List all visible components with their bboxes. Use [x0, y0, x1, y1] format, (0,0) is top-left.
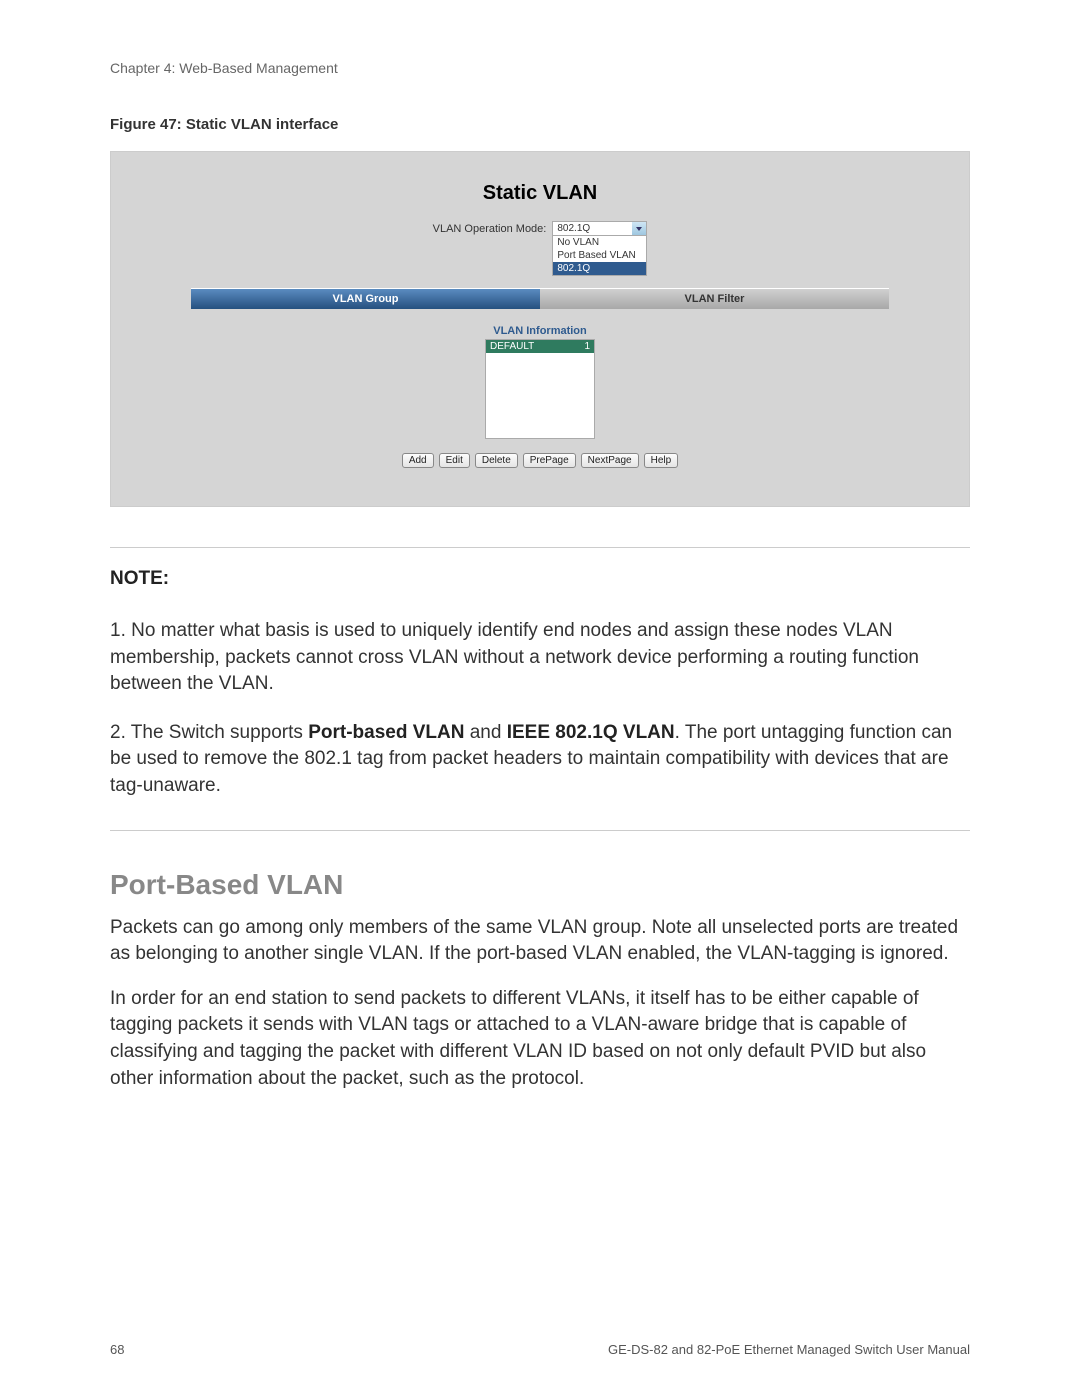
screenshot-title: Static VLAN	[191, 182, 889, 205]
vlan-tabs: VLAN Group VLAN Filter	[191, 288, 889, 309]
note2-pre: 2. The Switch supports	[110, 722, 308, 743]
vlan-row-name: DEFAULT	[490, 341, 534, 352]
nextpage-button[interactable]: NextPage	[581, 453, 639, 468]
section-heading: Port-Based VLAN	[110, 869, 970, 901]
chevron-down-icon[interactable]	[632, 222, 646, 235]
vlan-information-label: VLAN Information	[493, 325, 587, 337]
tab-vlan-group[interactable]: VLAN Group	[191, 288, 540, 309]
vlan-list-row[interactable]: DEFAULT 1	[486, 340, 594, 353]
note2-bold2: IEEE 802.1Q VLAN	[507, 722, 675, 743]
note-heading: NOTE:	[110, 568, 970, 590]
body-paragraph-1: Packets can go among only members of the…	[110, 915, 970, 968]
dropdown-selected-text: 802.1Q	[557, 223, 590, 234]
manual-title: GE-DS-82 and 82-PoE Ethernet Managed Swi…	[608, 1342, 970, 1357]
vlan-mode-label: VLAN Operation Mode:	[433, 221, 547, 235]
delete-button[interactable]: Delete	[475, 453, 518, 468]
vlan-buttons: Add Edit Delete PrePage NextPage Help	[402, 453, 678, 468]
prepage-button[interactable]: PrePage	[523, 453, 576, 468]
edit-button[interactable]: Edit	[439, 453, 470, 468]
vlan-list[interactable]: DEFAULT 1	[485, 339, 595, 439]
divider	[110, 547, 970, 548]
page-number: 68	[110, 1342, 124, 1357]
help-button[interactable]: Help	[644, 453, 679, 468]
vlan-row-id: 1	[584, 341, 590, 352]
tab-vlan-filter[interactable]: VLAN Filter	[540, 288, 889, 309]
dropdown-list: No VLAN Port Based VLAN 802.1Q	[552, 236, 647, 276]
dropdown-selected[interactable]: 802.1Q	[552, 221, 647, 236]
chapter-header: Chapter 4: Web-Based Management	[110, 60, 970, 76]
note-paragraph-1: 1. No matter what basis is used to uniqu…	[110, 618, 970, 698]
dropdown-option-selected[interactable]: 802.1Q	[553, 262, 646, 275]
note-paragraph-2: 2. The Switch supports Port-based VLAN a…	[110, 720, 970, 800]
body-paragraph-2: In order for an end station to send pack…	[110, 986, 970, 1092]
divider	[110, 830, 970, 831]
note2-bold1: Port-based VLAN	[308, 722, 464, 743]
vlan-panel: VLAN Information DEFAULT 1 Add Edit Dele…	[191, 309, 889, 476]
add-button[interactable]: Add	[402, 453, 434, 468]
figure-caption: Figure 47: Static VLAN interface	[110, 116, 970, 133]
dropdown-option[interactable]: Port Based VLAN	[553, 249, 646, 262]
dropdown-option[interactable]: No VLAN	[553, 236, 646, 249]
note2-mid: and	[464, 722, 506, 743]
vlan-mode-dropdown[interactable]: 802.1Q No VLAN Port Based VLAN 802.1Q	[552, 221, 647, 276]
screenshot-container: Static VLAN VLAN Operation Mode: 802.1Q …	[110, 151, 970, 507]
page-footer: 68 GE-DS-82 and 82-PoE Ethernet Managed …	[110, 1342, 970, 1357]
vlan-mode-row: VLAN Operation Mode: 802.1Q No VLAN Port…	[191, 221, 889, 276]
